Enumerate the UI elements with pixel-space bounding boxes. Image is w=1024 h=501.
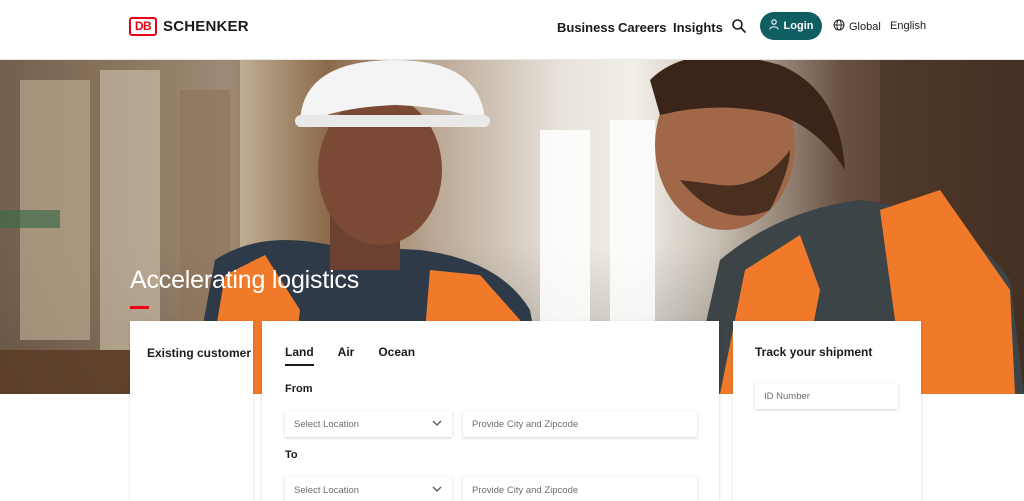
to-zipcode-placeholder: Provide City and Zipcode <box>472 484 579 496</box>
db-logo-mark: DB <box>129 16 157 36</box>
quote-card: Land Air Ocean From Select Location Prov… <box>262 321 719 501</box>
nav-business[interactable]: Business <box>557 20 615 35</box>
login-button[interactable]: Login <box>760 12 822 40</box>
from-location-select[interactable]: Select Location <box>285 411 452 437</box>
nav-insights[interactable]: Insights <box>673 20 723 35</box>
chevron-down-icon <box>432 485 442 493</box>
hero-title: Accelerating logistics <box>130 266 360 294</box>
mode-tabs: Land Air Ocean <box>285 345 415 366</box>
tab-land[interactable]: Land <box>285 345 314 366</box>
search-icon[interactable] <box>731 18 747 34</box>
to-label: To <box>285 449 298 461</box>
db-schenker-logo[interactable]: DB SCHENKER <box>129 16 249 36</box>
site-header: DB SCHENKER Business Careers Insights Lo… <box>0 0 1024 60</box>
language-selector[interactable]: English <box>890 20 926 32</box>
existing-customer-card[interactable]: Existing customer <box>130 321 253 501</box>
to-location-select[interactable]: Select Location <box>285 477 452 501</box>
nav-careers[interactable]: Careers <box>618 20 666 35</box>
globe-icon <box>833 19 845 34</box>
from-location-placeholder: Select Location <box>294 418 359 430</box>
from-zipcode-input[interactable]: Provide City and Zipcode <box>463 411 697 437</box>
chevron-down-icon <box>432 419 442 427</box>
from-label: From <box>285 383 313 395</box>
hero-title-accent <box>130 306 149 309</box>
region-selector[interactable]: Global <box>833 19 881 34</box>
existing-customer-title: Existing customer <box>147 346 252 360</box>
shipment-id-placeholder: ID Number <box>764 390 810 402</box>
user-icon <box>768 19 779 33</box>
to-zipcode-input[interactable]: Provide City and Zipcode <box>463 477 697 501</box>
tab-ocean[interactable]: Ocean <box>378 345 415 359</box>
to-location-placeholder: Select Location <box>294 484 359 496</box>
login-label: Login <box>783 20 814 32</box>
from-zipcode-placeholder: Provide City and Zipcode <box>472 418 579 430</box>
tab-air[interactable]: Air <box>338 345 355 359</box>
brand-name: SCHENKER <box>163 17 249 35</box>
shipment-id-input[interactable]: ID Number <box>755 383 898 409</box>
track-shipment-card: Track your shipment ID Number <box>733 321 921 501</box>
track-shipment-title: Track your shipment <box>755 345 873 359</box>
region-label: Global <box>849 20 881 33</box>
